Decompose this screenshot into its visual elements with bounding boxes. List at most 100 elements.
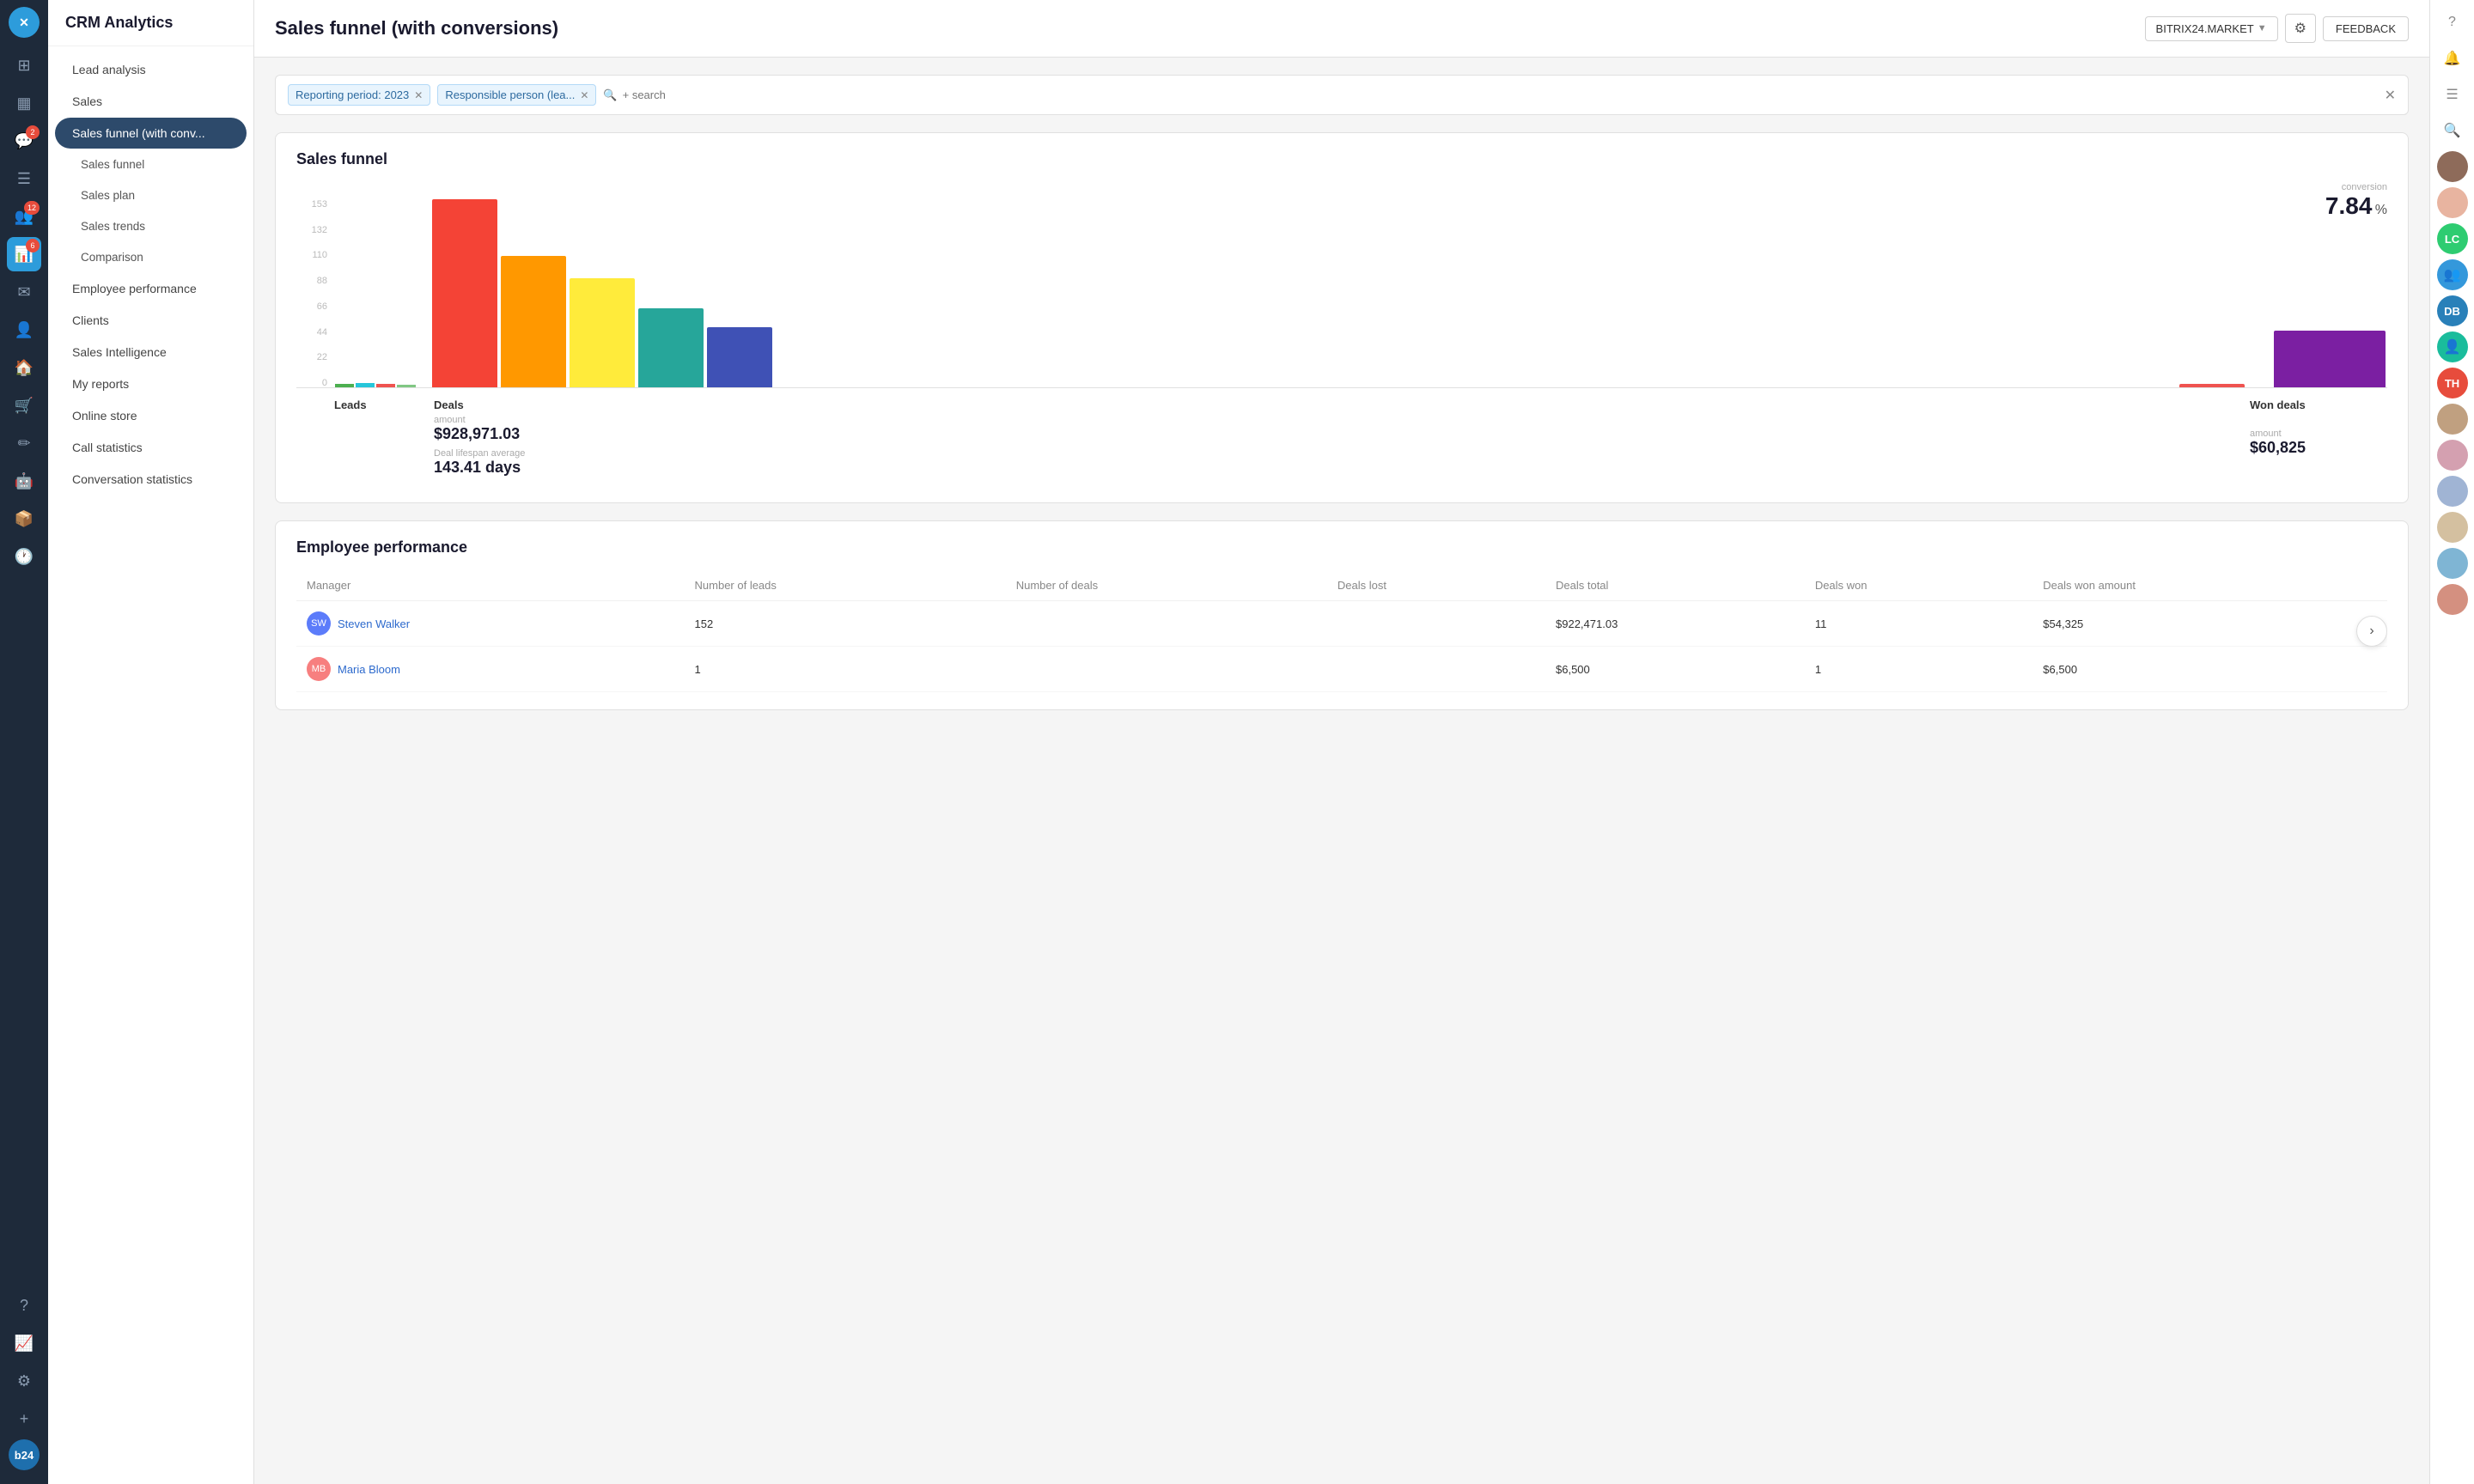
walker-lost xyxy=(1327,601,1545,647)
filter-tag-person[interactable]: Responsible person (lea... ✕ xyxy=(437,84,596,106)
chart-icon-btn[interactable]: 📈 xyxy=(7,1326,41,1360)
analytics-badge: 6 xyxy=(26,239,40,252)
avatar-user5[interactable] xyxy=(2437,476,2468,507)
right-help-icon[interactable]: ? xyxy=(2437,7,2468,38)
home-icon: ⊞ xyxy=(17,57,30,75)
sidebar-item-sales-funnel-conv[interactable]: Sales funnel (with conv... xyxy=(55,118,247,149)
y-label-88: 88 xyxy=(296,276,332,286)
avatar-user7[interactable] xyxy=(2437,548,2468,579)
bitrix-logo-btn[interactable]: b24 xyxy=(9,1439,40,1470)
right-search-icon[interactable]: 🔍 xyxy=(2437,115,2468,146)
avatar-group-icon[interactable]: 👥 xyxy=(2437,259,2468,290)
avatar-user1[interactable] xyxy=(2437,151,2468,182)
manager-name-walker[interactable]: Steven Walker xyxy=(338,617,410,630)
clients-icon-btn[interactable]: 👥 12 xyxy=(7,199,41,234)
gear-icon: ⚙ xyxy=(2294,21,2306,36)
bloom-won: 1 xyxy=(1805,647,2032,692)
bar-won-deals-purple xyxy=(2274,331,2386,387)
sidebar-item-my-reports[interactable]: My reports xyxy=(55,368,247,399)
feedback-button[interactable]: FEEDBACK xyxy=(2323,16,2409,41)
right-list-icon[interactable]: ☰ xyxy=(2437,79,2468,110)
tasks-icon-btn[interactable]: ☰ xyxy=(7,161,41,196)
sales-funnel-card: Sales funnel conversion 7.84 % 153 xyxy=(275,132,2409,503)
right-bell-icon[interactable]: 🔔 xyxy=(2437,43,2468,74)
avatar-user2[interactable] xyxy=(2437,187,2468,218)
mail-icon-btn[interactable]: ✉ xyxy=(7,275,41,309)
group-icon: 👥 xyxy=(2444,266,2461,283)
user-icon: 👤 xyxy=(2444,338,2461,356)
bar-deals-orange xyxy=(501,256,566,387)
bar-deals-red xyxy=(432,199,497,387)
avatar-lc-initials: LC xyxy=(2445,233,2459,246)
activity-icon: ▦ xyxy=(16,94,31,113)
sidebar-item-sales-funnel[interactable]: Sales funnel xyxy=(55,149,247,179)
main-panel: Sales funnel (with conversions) BITRIX24… xyxy=(254,0,2429,1484)
robot-icon-btn[interactable]: 🤖 xyxy=(7,464,41,498)
conversion-label-text: conversion xyxy=(2325,182,2387,192)
avatar-db[interactable]: DB xyxy=(2437,295,2468,326)
gear-button[interactable]: ⚙ xyxy=(2285,14,2316,43)
calendar-icon-btn[interactable]: 🏠 xyxy=(7,350,41,385)
sidebar-item-conversation-statistics[interactable]: Conversation statistics xyxy=(55,464,247,495)
avatar-user6[interactable] xyxy=(2437,512,2468,543)
deals-name: Deals xyxy=(434,398,606,411)
sidebar-item-call-statistics[interactable]: Call statistics xyxy=(55,432,247,463)
avatar-walker: SW xyxy=(307,611,331,636)
activity-icon-btn[interactable]: ▦ xyxy=(7,86,41,120)
employee-performance-table-wrapper: Manager Number of leads Number of deals … xyxy=(296,570,2387,692)
plus-icon-btn[interactable]: + xyxy=(7,1402,41,1436)
table-row: SW Steven Walker 152 $922,471.03 11 $54,… xyxy=(296,601,2387,647)
col-won: Deals won xyxy=(1805,570,2032,601)
logo-button[interactable]: ✕ xyxy=(9,7,40,38)
won-deals-amount-sub: amount xyxy=(2250,429,2387,439)
won-deals-amount-value: $60,825 xyxy=(2250,439,2387,457)
employee-performance-table: Manager Number of leads Number of deals … xyxy=(296,570,2387,692)
settings-icon: ⚙ xyxy=(17,1372,31,1390)
avatar-user3[interactable] xyxy=(2437,404,2468,435)
help-icon-btn[interactable]: ? xyxy=(7,1288,41,1323)
market-label: BITRIX24.MARKET xyxy=(2156,22,2254,35)
deal-lifespan-value: 143.41 days xyxy=(434,459,606,477)
filter-clear-all-icon[interactable]: ✕ xyxy=(2385,87,2396,104)
box-icon-btn[interactable]: 📦 xyxy=(7,502,41,536)
chat-icon-btn[interactable]: 💬 2 xyxy=(7,124,41,158)
sidebar-item-sales[interactable]: Sales xyxy=(55,86,247,117)
sidebar-item-sales-plan[interactable]: Sales plan xyxy=(55,180,247,210)
chat-badge: 2 xyxy=(26,125,40,139)
analytics-icon-btn[interactable]: 📊 6 xyxy=(7,237,41,271)
avatar-bloom: MB xyxy=(307,657,331,681)
avatar-lc[interactable]: LC xyxy=(2437,223,2468,254)
avatar-user-icon[interactable]: 👤 xyxy=(2437,331,2468,362)
shop-icon: 🛒 xyxy=(15,397,34,415)
market-button[interactable]: BITRIX24.MARKET ▼ xyxy=(2145,16,2278,41)
deals-amount-sub: amount xyxy=(434,415,606,425)
clock-icon-btn[interactable]: 🕐 xyxy=(7,539,41,574)
scroll-right-button[interactable]: › xyxy=(2356,616,2387,647)
sidebar-item-lead-analysis[interactable]: Lead analysis xyxy=(55,54,247,85)
settings-icon-btn[interactable]: ⚙ xyxy=(7,1364,41,1398)
bar-lead-green2 xyxy=(397,385,416,387)
filter-search: 🔍 xyxy=(603,88,2377,102)
sidebar-item-employee-performance[interactable]: Employee performance xyxy=(55,273,247,304)
pen-icon-btn[interactable]: ✏ xyxy=(7,426,41,460)
walker-total: $922,471.03 xyxy=(1545,601,1805,647)
sidebar-item-clients[interactable]: Clients xyxy=(55,305,247,336)
col-leads: Number of leads xyxy=(685,570,1006,601)
plus-icon: + xyxy=(20,1410,29,1428)
filter-period-close[interactable]: ✕ xyxy=(414,89,423,101)
home-icon-btn[interactable]: ⊞ xyxy=(7,48,41,82)
shop-icon-btn[interactable]: 🛒 xyxy=(7,388,41,423)
contacts-icon-btn[interactable]: 👤 xyxy=(7,313,41,347)
filter-tag-period[interactable]: Reporting period: 2023 ✕ xyxy=(288,84,430,106)
search-input[interactable] xyxy=(623,88,774,101)
filter-person-close[interactable]: ✕ xyxy=(580,89,588,101)
sidebar-item-online-store[interactable]: Online store xyxy=(55,400,247,431)
sidebar-item-sales-trends[interactable]: Sales trends xyxy=(55,211,247,241)
avatar-user4[interactable] xyxy=(2437,440,2468,471)
sidebar-item-comparison[interactable]: Comparison xyxy=(55,242,247,272)
manager-name-bloom[interactable]: Maria Bloom xyxy=(338,663,400,676)
avatar-user8[interactable] xyxy=(2437,584,2468,615)
avatar-th[interactable]: TH xyxy=(2437,368,2468,398)
walker-won-amount: $54,325 xyxy=(2032,601,2387,647)
sidebar-item-sales-intelligence[interactable]: Sales Intelligence xyxy=(55,337,247,368)
